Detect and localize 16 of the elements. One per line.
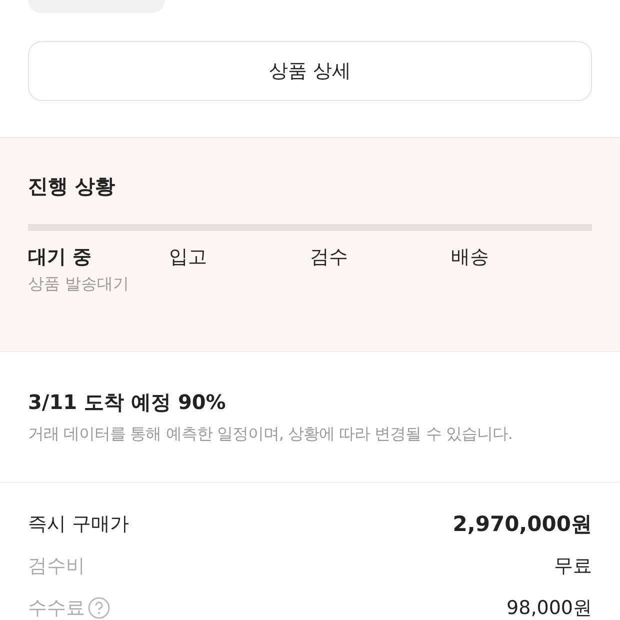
step-label: 검수 xyxy=(310,245,349,270)
price-label: 즉시 구매가 xyxy=(28,512,130,537)
price-value: 98,000원 xyxy=(506,596,592,620)
price-label: 수수료 xyxy=(28,596,85,620)
price-value: 2,970,000원 xyxy=(452,511,592,538)
price-label: 검수비 xyxy=(28,554,85,579)
estimate-description: 거래 데이터를 통해 예측한 일정이며, 상황에 따라 변경될 수 있습니다. xyxy=(28,424,514,445)
section-title: 진행 상황 xyxy=(28,173,116,200)
arrival-estimate: 3/11 도착 예정 90% xyxy=(28,389,227,416)
help-icon[interactable] xyxy=(88,597,110,619)
step-label: 대기 중 xyxy=(28,245,93,270)
price-value: 무료 xyxy=(554,554,592,579)
step-label: 배송 xyxy=(451,245,490,270)
product-detail-button[interactable]: 상품 상세 xyxy=(28,41,592,101)
step-note: 상품 발송대기 xyxy=(28,274,130,295)
step-label: 입고 xyxy=(169,245,208,270)
